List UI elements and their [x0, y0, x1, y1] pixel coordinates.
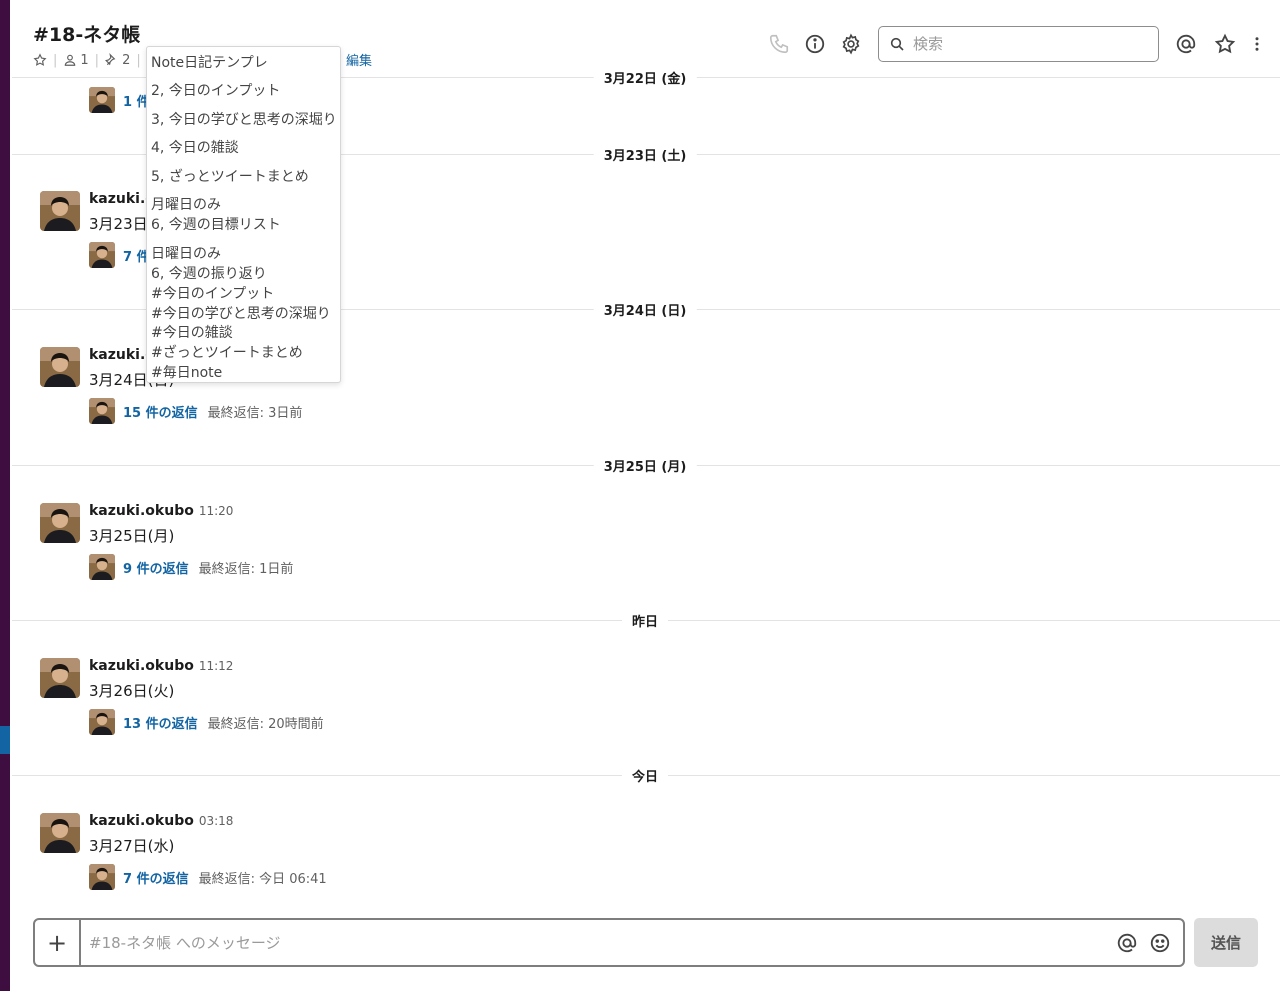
day-divider-label: 3月24日 (日) [593, 300, 697, 319]
search-icon [890, 37, 904, 51]
message-author[interactable]: kazuki.okubo 11:12 [89, 658, 233, 674]
template-dropdown: Note日記テンプレ 2, 今日のインプット 3, 今日の学びと思考の深堀り 4… [146, 46, 341, 383]
meta-separator: | [136, 52, 141, 68]
send-button[interactable]: 送信 [1194, 918, 1258, 967]
message-text: 3月27日(水) [89, 837, 175, 855]
more-button[interactable] [1248, 30, 1266, 58]
member-icon [65, 54, 76, 66]
dropdown-item[interactable]: #ざっとツイートまとめ [151, 342, 303, 362]
channel-details-button[interactable] [802, 30, 828, 58]
channel-star-button[interactable] [33, 53, 47, 67]
app-window: #18-ネタ帳 | 1 | 2 | 編集 検索 3月22日 (金) 1 件 3月… [0, 0, 1280, 991]
last-reply-time: 最終返信: 今日 06:41 [198, 871, 327, 887]
avatar[interactable] [40, 503, 80, 543]
dropdown-item[interactable]: #毎日note [151, 362, 222, 382]
avatar [89, 242, 115, 268]
message-author[interactable]: kazuki.okubo 11:20 [89, 503, 233, 519]
dropdown-item[interactable]: #今日のインプット [151, 283, 274, 303]
call-button[interactable] [766, 30, 792, 58]
dropdown-item[interactable]: 月曜日のみ [151, 194, 221, 214]
thread-replies-link[interactable]: 15 件の返信 [123, 402, 198, 421]
mentions-button[interactable] [1173, 30, 1199, 58]
workspace-sidebar-edge [0, 0, 10, 991]
avatar[interactable] [40, 347, 80, 387]
pins-button[interactable]: 2 [105, 53, 130, 68]
dropdown-item[interactable]: Note日記テンプレ [151, 52, 268, 72]
thread-summary[interactable]: 13 件の返信 最終返信: 20時間前 [89, 709, 324, 735]
pin-icon [105, 53, 116, 66]
dropdown-item[interactable]: 日曜日のみ [151, 243, 221, 263]
avatar [89, 709, 115, 735]
last-reply-time: 最終返信: 20時間前 [207, 716, 324, 732]
members-count: 1 [80, 52, 89, 68]
info-icon [805, 34, 825, 54]
message-text: 3月25日(月) [89, 527, 175, 545]
message-text: 3月26日(火) [89, 682, 175, 700]
edit-topic-link[interactable]: 編集 [346, 50, 372, 69]
dropdown-item[interactable]: 6, 今週の振り返り [151, 263, 267, 283]
thread-summary[interactable]: 7 件の返信 最終返信: 今日 06:41 [89, 864, 327, 890]
meta-separator: | [94, 52, 100, 68]
channel-title[interactable]: #18-ネタ帳 [33, 20, 140, 47]
message-author[interactable]: kazuki.okubo 03:18 [89, 813, 233, 829]
dropdown-item[interactable]: 4, 今日の雑談 [151, 137, 239, 157]
dropdown-item[interactable]: #今日の雑談 [151, 322, 233, 342]
message-time[interactable]: 03:18 [199, 814, 234, 828]
mention-icon [1117, 933, 1137, 953]
emoji-button[interactable] [1148, 931, 1172, 955]
avatar[interactable] [40, 658, 80, 698]
mention-button[interactable] [1115, 931, 1139, 955]
dropdown-item[interactable]: 3, 今日の学びと思考の深堀り [151, 109, 337, 129]
day-divider-label: 3月23日 (土) [593, 145, 697, 164]
day-divider-label: 昨日 [621, 611, 669, 630]
thread-summary[interactable]: 9 件の返信 最終返信: 1日前 [89, 554, 293, 580]
last-reply-time: 最終返信: 3日前 [207, 405, 303, 421]
day-divider-label: 3月22日 (金) [593, 68, 697, 87]
avatar[interactable] [40, 813, 80, 853]
avatar [89, 554, 115, 580]
thread-replies-link[interactable]: 13 件の返信 [123, 713, 198, 732]
avatar [89, 398, 115, 424]
thread-replies-link[interactable]: 7 件の返信 [123, 868, 189, 887]
thread-summary[interactable]: 15 件の返信 最終返信: 3日前 [89, 398, 302, 424]
channel-meta: | 1 | 2 | [33, 50, 147, 70]
more-icon [1255, 37, 1259, 51]
attach-button[interactable]: + [35, 920, 81, 965]
avatar[interactable] [40, 191, 80, 231]
dropdown-item[interactable]: 2, 今日のインプット [151, 80, 280, 100]
day-divider-label: 3月25日 (月) [593, 456, 697, 475]
meta-separator: | [53, 52, 58, 68]
star-icon [1214, 33, 1236, 54]
sidebar-active-indicator [0, 726, 10, 754]
thread-replies-link[interactable]: 9 件の返信 [123, 558, 189, 577]
gear-icon [842, 33, 860, 55]
channel-settings-button[interactable] [838, 30, 864, 58]
search-input[interactable] [913, 35, 1133, 53]
message-text: 3月23日 [89, 215, 148, 233]
plus-icon: + [46, 928, 68, 957]
avatar [89, 864, 115, 890]
phone-icon [769, 34, 789, 54]
avatar [89, 87, 115, 113]
message-composer: + [33, 918, 1185, 967]
last-reply-time: 最終返信: 1日前 [198, 561, 294, 577]
pins-count: 2 [122, 52, 131, 68]
dropdown-item[interactable]: 5, ざっとツイートまとめ [151, 166, 309, 186]
mention-icon [1176, 34, 1196, 54]
dropdown-item[interactable]: #今日の学びと思考の深堀り [151, 303, 331, 323]
emoji-icon [1150, 933, 1170, 953]
starred-button[interactable] [1212, 30, 1238, 58]
dropdown-item[interactable]: 6, 今週の目標リスト [151, 214, 281, 234]
members-button[interactable]: 1 [63, 52, 89, 68]
message-time[interactable]: 11:12 [199, 659, 234, 673]
message-time[interactable]: 11:20 [199, 504, 234, 518]
star-icon [33, 53, 47, 66]
search-box[interactable] [878, 26, 1159, 62]
day-divider-label: 今日 [621, 766, 669, 785]
message-input[interactable] [89, 930, 1099, 956]
